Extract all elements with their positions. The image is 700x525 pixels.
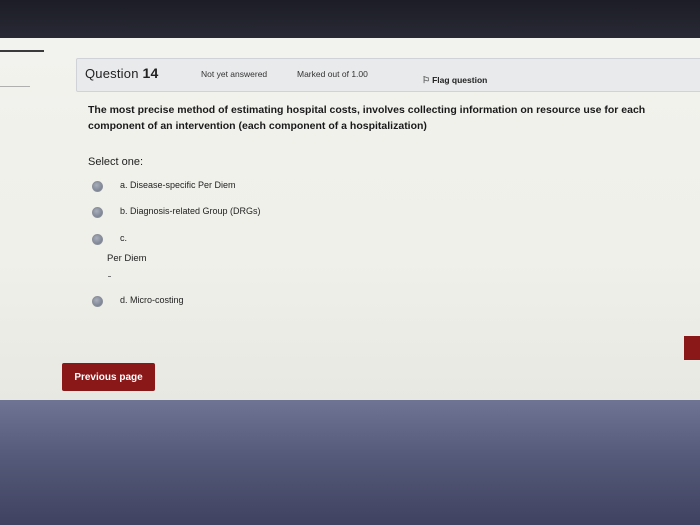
question-info-box: Question 14 Not yet answered Marked out …	[76, 58, 700, 92]
select-one-prompt: Select one:	[88, 156, 144, 168]
option-d-label: d. Micro-costing	[120, 295, 184, 305]
question-title: Question 14	[85, 65, 158, 81]
option-b-label: b. Diagnosis-related Group (DRGs)	[120, 206, 261, 216]
option-c-text: Per Diem	[107, 253, 147, 264]
flag-icon: ⚐	[422, 75, 431, 85]
question-number: 14	[142, 65, 159, 81]
radio-option-d[interactable]	[92, 296, 103, 307]
left-divider-secondary	[0, 86, 30, 87]
option-a-label: a. Disease-specific Per Diem	[120, 180, 236, 190]
radio-option-a[interactable]	[92, 181, 103, 192]
screen-bottom-area	[0, 400, 700, 525]
left-divider	[0, 50, 44, 52]
option-c-label: c.	[120, 233, 128, 243]
quiz-page: Question 14 Not yet answered Marked out …	[0, 38, 700, 404]
question-status: Not yet answered	[201, 69, 268, 79]
radio-option-b[interactable]	[92, 207, 103, 218]
stray-dash	[108, 276, 111, 277]
question-marks: Marked out of 1.00	[297, 69, 368, 79]
radio-option-c[interactable]	[92, 234, 103, 245]
flag-question-label: Flag question	[432, 75, 488, 85]
next-page-button-edge[interactable]	[684, 336, 700, 360]
previous-page-button[interactable]: Previous page	[62, 363, 155, 391]
question-text: The most precise method of estimating ho…	[88, 104, 646, 132]
flag-question-link[interactable]: ⚐ Flag question	[422, 75, 487, 86]
question-title-prefix: Question	[85, 66, 139, 81]
